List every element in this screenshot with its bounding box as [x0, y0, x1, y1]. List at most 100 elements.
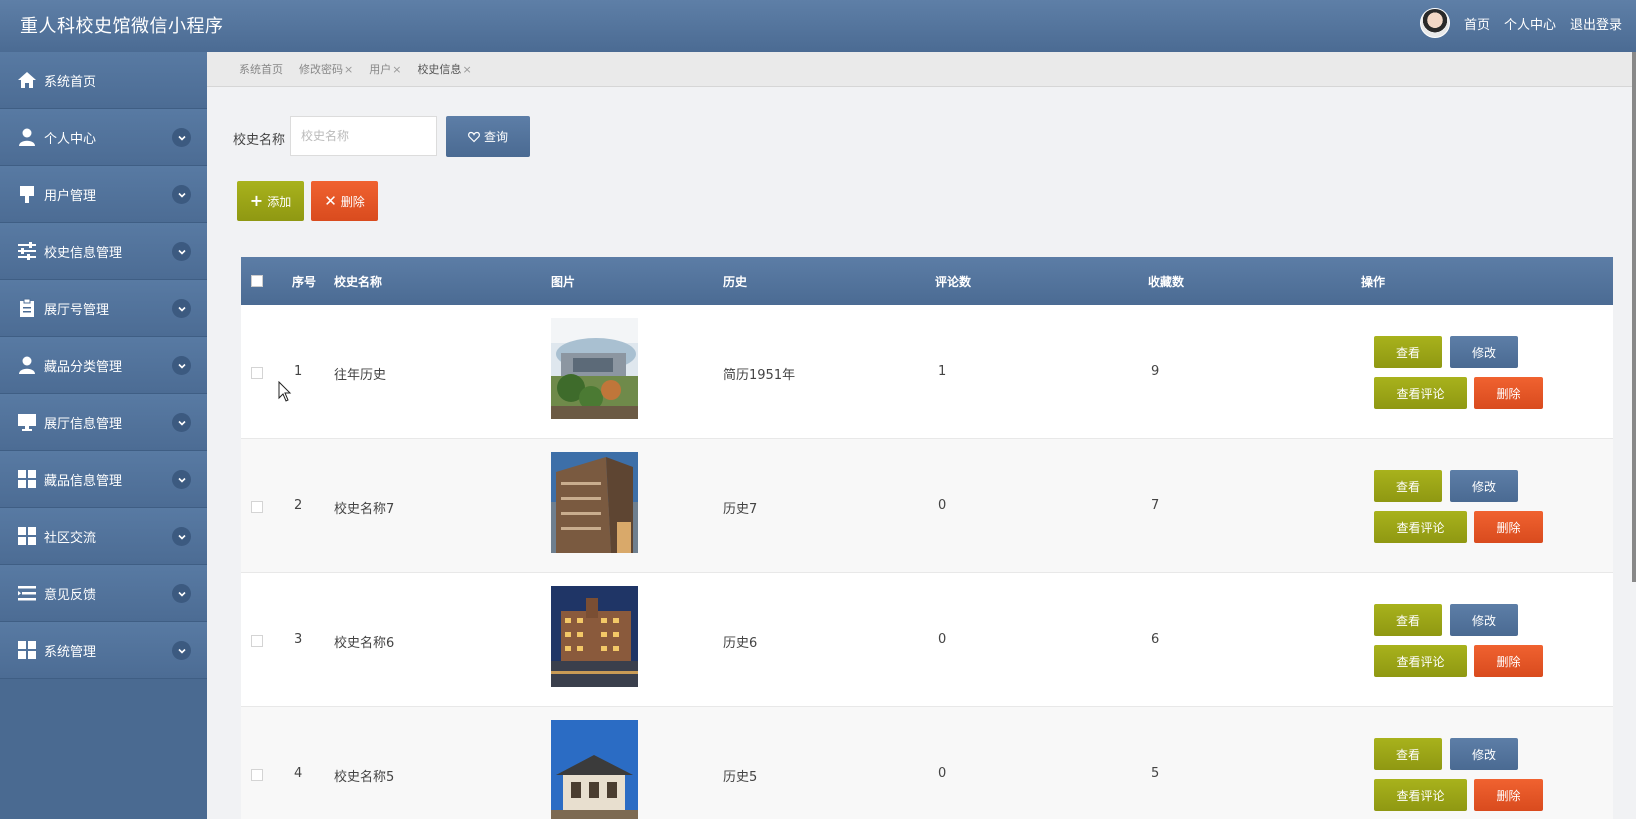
sidebar-item-label: 意见反馈: [44, 587, 97, 603]
edit-button[interactable]: 修改: [1450, 336, 1518, 368]
sidebar-item-users[interactable]: 用户管理: [0, 166, 207, 223]
top-bar: 重人科校史馆微信小程序 首页 个人中心 退出登录: [0, 0, 1636, 52]
chevron-down-icon[interactable]: [172, 584, 191, 603]
sidebar-item-label: 藏品分类管理: [44, 359, 123, 375]
tab-history-info[interactable]: 校史信息×: [417, 61, 471, 77]
row-checkbox[interactable]: [251, 635, 263, 647]
app-title: 重人科校史馆微信小程序: [20, 16, 224, 37]
sidebar-item-community[interactable]: 社区交流: [0, 508, 207, 565]
profile-link[interactable]: 个人中心: [1504, 14, 1556, 33]
logout-link[interactable]: 退出登录: [1570, 14, 1622, 33]
row-image[interactable]: [551, 318, 638, 419]
delete-button[interactable]: 删除: [1474, 779, 1543, 811]
chevron-down-icon[interactable]: [172, 299, 191, 318]
close-icon[interactable]: ×: [344, 63, 353, 76]
tab-home[interactable]: 系统首页: [239, 61, 283, 77]
person-icon: [16, 126, 38, 148]
view-comments-button[interactable]: 查看评论: [1374, 511, 1467, 543]
view-button[interactable]: 查看: [1374, 738, 1442, 770]
sidebar-item-hall-info[interactable]: 展厅信息管理: [0, 394, 207, 451]
close-icon[interactable]: ×: [462, 63, 471, 76]
chevron-down-icon[interactable]: [172, 242, 191, 261]
sidebar-item-feedback[interactable]: 意见反馈: [0, 565, 207, 622]
row-checkbox[interactable]: [251, 501, 263, 513]
scrollbar[interactable]: [1632, 52, 1636, 582]
add-button[interactable]: + 添加: [237, 181, 304, 221]
sidebar-item-hall-number[interactable]: 展厅号管理: [0, 280, 207, 337]
view-comments-button[interactable]: 查看评论: [1374, 377, 1467, 409]
main-content: 校史名称 查询 + 添加 ✕ 删除 序号 校史名称 图片 历史 评论数 收藏数 …: [207, 87, 1636, 819]
sidebar-item-label: 藏品信息管理: [44, 473, 123, 489]
chevron-down-icon[interactable]: [172, 641, 191, 660]
column-header-actions: 操作: [1361, 275, 1386, 289]
sidebar-item-label: 社区交流: [44, 530, 97, 546]
batch-delete-button[interactable]: ✕ 删除: [311, 181, 378, 221]
chevron-down-icon[interactable]: [172, 413, 191, 432]
sidebar-item-home[interactable]: 系统首页: [0, 52, 207, 109]
sidebar-item-system[interactable]: 系统管理: [0, 622, 207, 679]
header-actions: 首页 个人中心 退出登录: [1419, 8, 1622, 38]
search-label: 校史名称: [233, 133, 286, 148]
column-header-name: 校史名称: [334, 275, 383, 289]
grid-icon: [16, 639, 38, 661]
row-history: 历史6: [723, 636, 758, 651]
row-comments: 1: [938, 364, 947, 379]
edit-button[interactable]: 修改: [1450, 604, 1518, 636]
column-header-favorites: 收藏数: [1148, 275, 1185, 289]
home-link[interactable]: 首页: [1464, 14, 1490, 33]
chevron-down-icon[interactable]: [172, 470, 191, 489]
row-checkbox[interactable]: [251, 367, 263, 379]
sidebar: 系统首页 个人中心 用户管理 校史信息管理 展厅号管理 藏品分类管理 展厅信息管…: [0, 52, 207, 819]
sidebar-item-label: 展厅信息管理: [44, 416, 123, 432]
sliders-icon: [16, 240, 38, 262]
select-all-checkbox[interactable]: [251, 275, 263, 287]
view-button[interactable]: 查看: [1374, 470, 1442, 502]
heart-icon: [468, 131, 480, 142]
avatar[interactable]: [1419, 8, 1450, 38]
row-index: 3: [294, 632, 303, 647]
sidebar-item-label: 个人中心: [44, 131, 97, 147]
chevron-down-icon[interactable]: [172, 356, 191, 375]
chevron-down-icon[interactable]: [172, 185, 191, 204]
plus-icon: +: [249, 191, 264, 210]
edit-button[interactable]: 修改: [1450, 470, 1518, 502]
delete-button-label: 删除: [340, 194, 365, 209]
row-comments: 0: [938, 498, 947, 513]
chevron-down-icon[interactable]: [172, 527, 191, 546]
chevron-down-icon[interactable]: [172, 128, 191, 147]
table-row: 1 往年历史 简历1951年 1 9 查看 修改 查看评论 删除: [241, 305, 1613, 439]
delete-button[interactable]: 删除: [1474, 511, 1543, 543]
edit-button[interactable]: 修改: [1450, 738, 1518, 770]
view-button[interactable]: 查看: [1374, 604, 1442, 636]
breadcrumb-tabs: 系统首页 修改密码× 用户× 校史信息×: [207, 52, 1636, 87]
view-comments-button[interactable]: 查看评论: [1374, 645, 1467, 677]
grid-icon: [16, 525, 38, 547]
row-image[interactable]: [551, 720, 638, 819]
query-button[interactable]: 查询: [446, 116, 530, 157]
sidebar-item-collection-info[interactable]: 藏品信息管理: [0, 451, 207, 508]
sidebar-item-history[interactable]: 校史信息管理: [0, 223, 207, 280]
delete-button[interactable]: 删除: [1474, 645, 1543, 677]
sidebar-item-collection-category[interactable]: 藏品分类管理: [0, 337, 207, 394]
row-checkbox[interactable]: [251, 769, 263, 781]
brush-icon: [16, 183, 38, 205]
row-name: 校史名称6: [334, 636, 395, 651]
row-comments: 0: [938, 632, 947, 647]
close-icon[interactable]: ×: [392, 63, 401, 76]
row-image[interactable]: [551, 452, 638, 553]
row-image[interactable]: [551, 586, 638, 687]
delete-button[interactable]: 删除: [1474, 377, 1543, 409]
tab-users[interactable]: 用户×: [369, 61, 401, 77]
row-favorites: 5: [1151, 766, 1160, 781]
table-row: 3 校史名称6 历史6 0 6 查看 修改 查看评论 删除: [241, 573, 1613, 707]
list-icon: [16, 582, 38, 604]
home-icon: [16, 69, 38, 91]
view-button[interactable]: 查看: [1374, 336, 1442, 368]
view-comments-button[interactable]: 查看评论: [1374, 779, 1467, 811]
column-header-history: 历史: [723, 275, 748, 289]
sidebar-item-profile[interactable]: 个人中心: [0, 109, 207, 166]
search-input[interactable]: [290, 116, 437, 156]
query-button-label: 查询: [483, 130, 508, 144]
row-history: 简历1951年: [723, 368, 796, 383]
tab-change-password[interactable]: 修改密码×: [299, 61, 353, 77]
